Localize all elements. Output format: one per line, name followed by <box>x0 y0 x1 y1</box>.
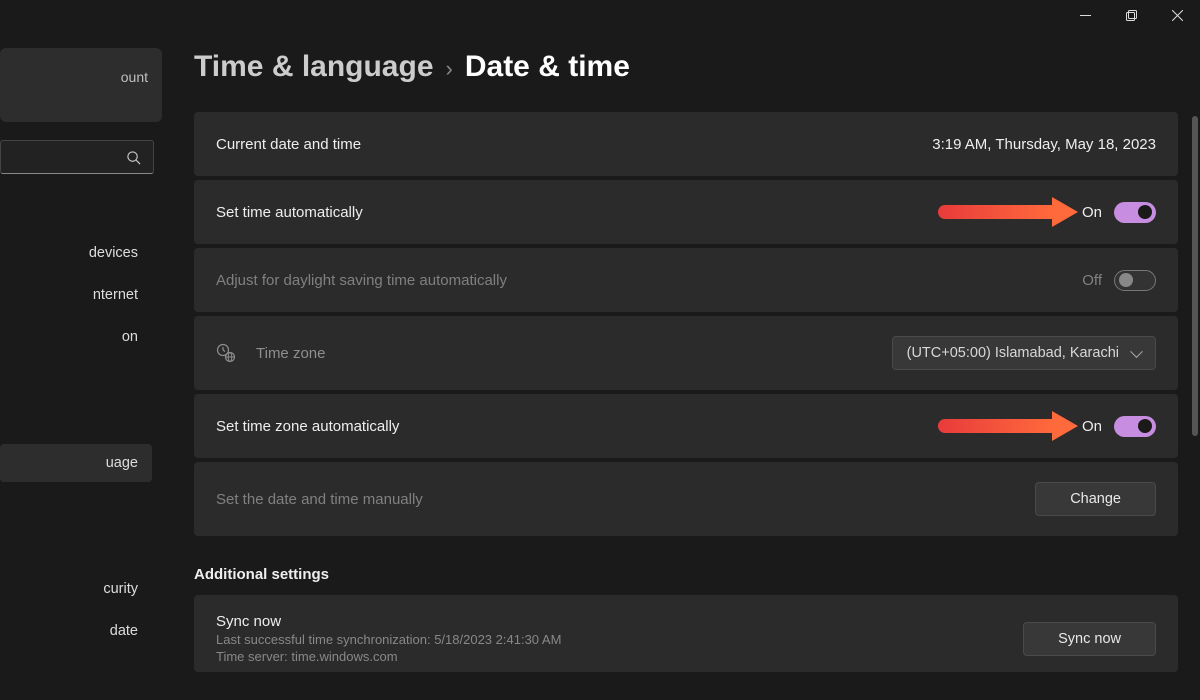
nav-gap <box>0 360 166 398</box>
card-set-time-auto: Set time automatically On <box>194 180 1178 244</box>
scrollbar[interactable] <box>1192 116 1198 436</box>
set-tz-auto-label: Set time zone automatically <box>216 418 399 435</box>
breadcrumb-parent[interactable]: Time & language <box>194 50 434 84</box>
card-manual-time: Set the date and time manually Change <box>194 462 1178 536</box>
toggle-state-text: On <box>1082 418 1102 435</box>
additional-settings-header: Additional settings <box>194 566 1178 583</box>
toggle-state-text: On <box>1082 204 1102 221</box>
sidebar: ount devices nternet on uage curity date <box>0 10 166 700</box>
dst-toggle <box>1114 270 1156 291</box>
card-sync: Sync now Last successful time synchroniz… <box>194 595 1178 672</box>
card-set-tz-auto: Set time zone automatically On <box>194 394 1178 458</box>
nav-gap <box>0 528 166 566</box>
nav-item-devices[interactable]: devices <box>0 234 152 272</box>
main-content: Time & language › Date & time Current da… <box>166 10 1200 700</box>
sync-server: Time server: time.windows.com <box>216 649 561 664</box>
card-current-datetime: Current date and time 3:19 AM, Thursday,… <box>194 112 1178 176</box>
set-tz-auto-toggle-group: On <box>1082 416 1156 437</box>
sync-now-button[interactable]: Sync now <box>1023 622 1156 656</box>
nav-item-on[interactable]: on <box>0 318 152 356</box>
set-time-auto-label: Set time automatically <box>216 204 363 221</box>
chevron-right-icon: › <box>446 56 453 82</box>
nav-item-internet[interactable]: nternet <box>0 276 152 314</box>
manual-time-label: Set the date and time manually <box>216 491 423 508</box>
annotation-arrow-icon <box>938 200 1078 224</box>
change-button[interactable]: Change <box>1035 482 1156 516</box>
toggle-state-text: Off <box>1082 272 1102 289</box>
time-zone-select[interactable]: (UTC+05:00) Islamabad, Karachi <box>892 336 1156 370</box>
set-tz-auto-toggle[interactable] <box>1114 416 1156 437</box>
search-icon <box>126 150 141 165</box>
set-time-auto-toggle-group: On <box>1082 202 1156 223</box>
search-input[interactable] <box>0 140 154 174</box>
nav-item-security[interactable]: curity <box>0 570 152 608</box>
window-controls <box>1062 0 1200 30</box>
current-datetime-value: 3:19 AM, Thursday, May 18, 2023 <box>932 136 1156 153</box>
annotation-arrow-icon <box>938 414 1078 438</box>
dst-label: Adjust for daylight saving time automati… <box>216 272 507 289</box>
nav-gap <box>0 486 166 524</box>
time-zone-value: (UTC+05:00) Islamabad, Karachi <box>907 345 1119 361</box>
minimize-button[interactable] <box>1062 0 1108 30</box>
nav-item-language[interactable]: uage <box>0 444 152 482</box>
page-title: Date & time <box>465 50 630 84</box>
account-label: ount <box>121 69 148 85</box>
card-dst: Adjust for daylight saving time automati… <box>194 248 1178 312</box>
nav: devices nternet on uage curity date <box>0 234 166 650</box>
sync-last-success: Last successful time synchronization: 5/… <box>216 632 561 647</box>
set-time-auto-toggle[interactable] <box>1114 202 1156 223</box>
dst-toggle-group: Off <box>1082 270 1156 291</box>
time-zone-label: Time zone <box>256 345 325 362</box>
card-time-zone: Time zone (UTC+05:00) Islamabad, Karachi <box>194 316 1178 390</box>
nav-item-update[interactable]: date <box>0 612 152 650</box>
close-button[interactable] <box>1154 0 1200 30</box>
current-datetime-label: Current date and time <box>216 136 361 153</box>
sync-title: Sync now <box>216 613 561 630</box>
account-tile[interactable]: ount <box>0 48 162 122</box>
maximize-button[interactable] <box>1108 0 1154 30</box>
nav-gap <box>0 402 166 440</box>
globe-clock-icon <box>216 343 236 363</box>
breadcrumb: Time & language › Date & time <box>194 50 1178 84</box>
